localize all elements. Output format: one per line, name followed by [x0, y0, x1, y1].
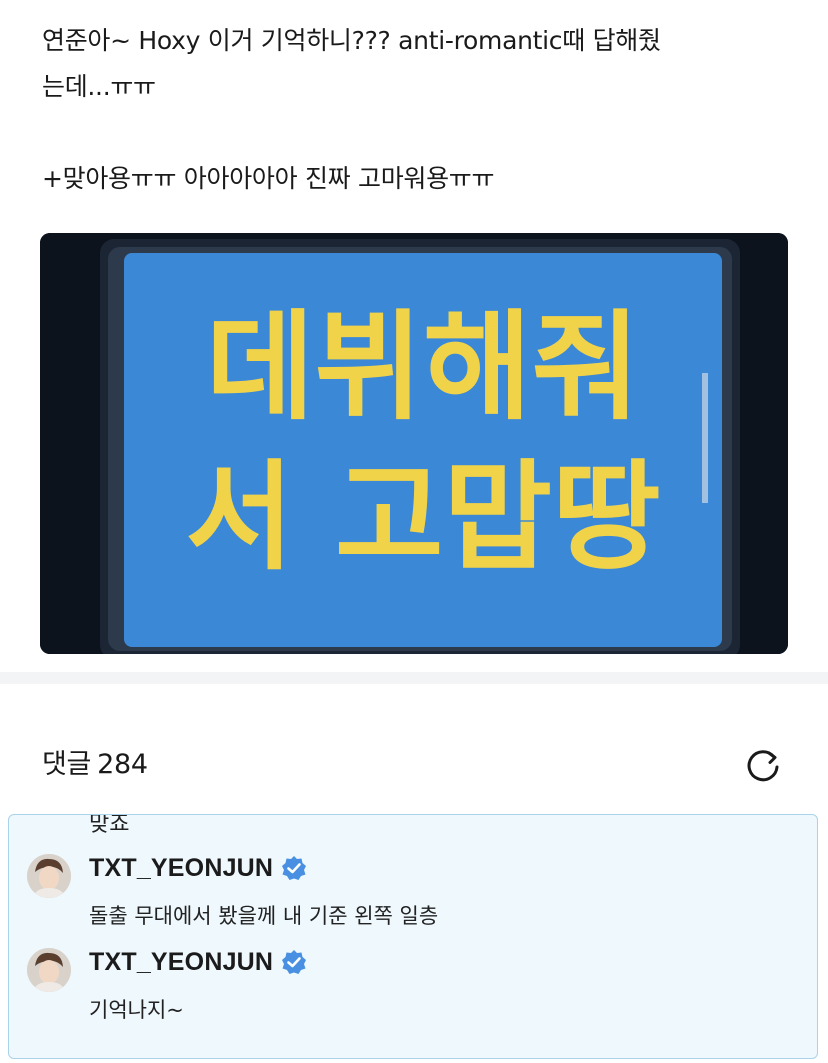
sign-text-line-1: 데뷔해줘	[206, 298, 640, 436]
section-separator	[0, 672, 828, 684]
username-text: TXT_YEONJUN	[89, 854, 274, 882]
avatar[interactable]	[27, 948, 71, 992]
comments-count: 284	[97, 749, 148, 780]
comment-text: 기억나지~	[89, 998, 184, 1022]
verified-badge-icon	[281, 949, 307, 975]
comment-username[interactable]: TXT_YEONJUN	[89, 853, 307, 883]
refresh-button[interactable]	[742, 744, 784, 786]
comments-header: 댓글 284	[42, 742, 788, 788]
comments-title: 댓글 284	[42, 749, 148, 780]
avatar[interactable]	[27, 854, 71, 898]
comment-text: 돌출 무대에서 봤을께 내 기준 왼쪽 일층	[89, 904, 439, 928]
verified-badge-icon	[281, 855, 307, 881]
comment-username[interactable]: TXT_YEONJUN	[89, 947, 307, 977]
post-photo[interactable]: 데뷔해줘 서 고맙땅	[40, 233, 788, 654]
username-text: TXT_YEONJUN	[89, 948, 274, 976]
post-text-line-2: 는데...ㅠㅠ	[42, 72, 156, 101]
sign-text-line-2: 서 고맙땅	[185, 448, 660, 586]
comment-thread: 맞죠 TXT_YEONJUN 돌출 무대에서 봤을께 내 기준 왼쪽 일층 TX…	[8, 814, 818, 1059]
previous-reply-text: 맞죠	[89, 814, 130, 837]
post-text-line-1: 연준아~ Hoxy 이거 기억하니??? anti-romantic때 답해줬	[42, 26, 661, 55]
post-text-line-3: +맞아용ㅠㅠ 아아아아아 진짜 고마워용ㅠㅠ	[42, 164, 495, 193]
post-body: 연준아~ Hoxy 이거 기억하니??? anti-romantic때 답해줬 …	[42, 18, 802, 202]
refresh-icon	[747, 750, 779, 782]
comments-label: 댓글	[42, 749, 92, 780]
photo-illustration: 데뷔해줘 서 고맙땅	[40, 233, 788, 654]
